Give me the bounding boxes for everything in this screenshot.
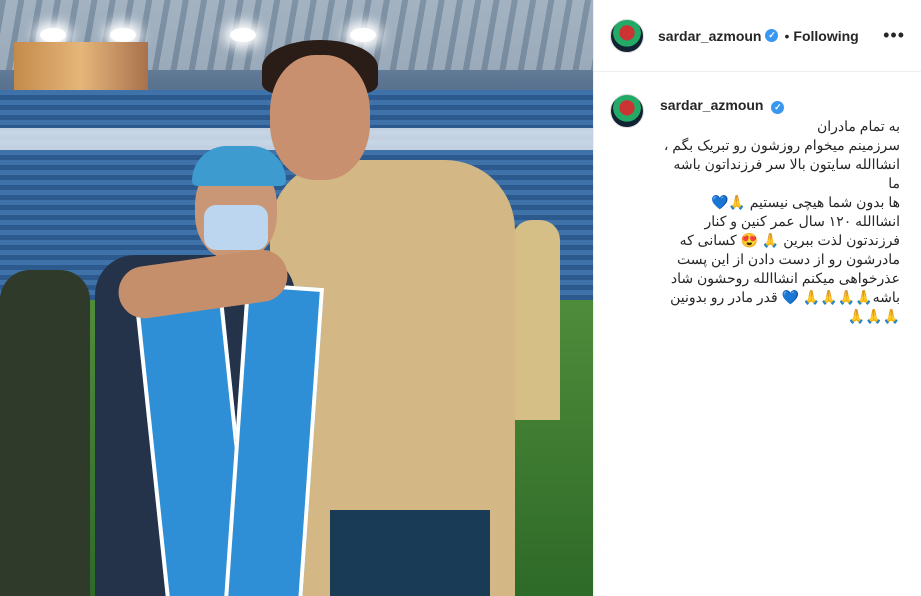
bystanders: [0, 270, 90, 596]
caption-text: به تمام مادران سرزمینم میخوام روزشون رو …: [663, 118, 900, 324]
floodlight: [40, 28, 66, 42]
floodlight: [230, 28, 256, 42]
verified-badge-icon: ✓: [771, 101, 785, 114]
following-button[interactable]: Following: [793, 28, 858, 44]
post-sidebar: sardar_azmoun ✓ • Following ••• sardar_a…: [593, 0, 921, 596]
stadium-screen: [14, 42, 148, 94]
man-face: [270, 55, 370, 180]
woman-mask: [204, 205, 268, 250]
floodlight: [110, 28, 136, 42]
avatar[interactable]: [610, 94, 644, 128]
separator-dot: •: [784, 27, 790, 44]
caption-username-link[interactable]: sardar_azmoun: [660, 97, 763, 113]
caption-block: sardar_azmoun ✓ به تمام مادران سرزمینم م…: [660, 96, 900, 326]
floodlight: [350, 28, 376, 42]
post-photo[interactable]: [0, 0, 593, 596]
man-shorts: [330, 510, 490, 596]
instagram-post: sardar_azmoun ✓ • Following ••• sardar_a…: [0, 0, 921, 596]
post-header: sardar_azmoun ✓ • Following •••: [594, 0, 921, 72]
more-options-icon[interactable]: •••: [883, 25, 905, 46]
verified-badge-icon: ✓: [765, 29, 779, 42]
player-background: [512, 220, 560, 420]
avatar[interactable]: [610, 18, 644, 53]
caption-comment: sardar_azmoun ✓ به تمام مادران سرزمینم م…: [594, 72, 921, 326]
woman-cap: [192, 146, 286, 186]
username-link[interactable]: sardar_azmoun: [658, 28, 761, 44]
